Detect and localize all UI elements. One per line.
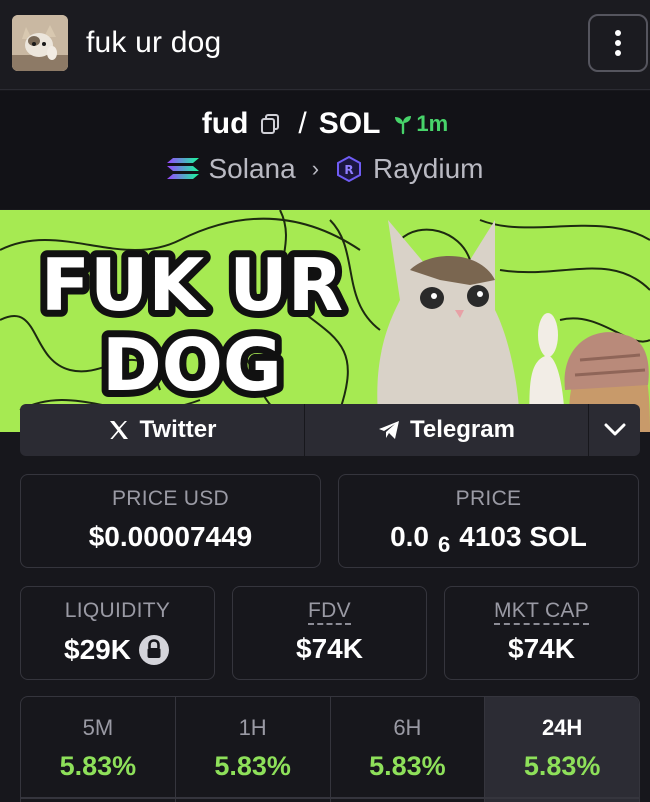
telegram-label: Telegram — [410, 416, 515, 443]
price-change-value: 5.83% — [59, 751, 137, 781]
more-menu-button[interactable] — [588, 14, 648, 72]
fdv-label-wrap: FDV — [233, 599, 426, 625]
tab-label: 1H — [238, 715, 267, 740]
price-native-label: PRICE — [455, 487, 522, 510]
mcap-label-wrap: MKT CAP — [445, 599, 638, 625]
lock-icon[interactable] — [137, 633, 171, 667]
token-avatar — [12, 15, 68, 71]
raydium-icon: R — [337, 155, 362, 183]
banner-text-line1: FUK UR — [41, 243, 343, 327]
price-native-card: PRICE 0.0 6 4103 SOL — [338, 474, 639, 568]
pair-age-value: 1m — [416, 111, 449, 136]
tab-label: 24H — [541, 715, 583, 740]
more-vertical-icon-dot — [615, 50, 621, 56]
cat-illustration — [377, 220, 565, 432]
price-change-value: 5.83% — [369, 751, 446, 781]
pair-line: fud / SOL 1m — [0, 107, 650, 141]
chevron-down-icon — [604, 423, 625, 436]
price-usd-label: PRICE USD — [111, 487, 230, 510]
banner-text-line2: DOG — [102, 323, 282, 407]
tab-6h[interactable]: 6H 5.83% — [331, 697, 486, 802]
seedling-icon — [395, 116, 412, 135]
price-usd-card: PRICE USD $0.00007449 — [20, 474, 321, 568]
mcap-label[interactable]: MKT CAP — [493, 599, 590, 625]
mcap-value: $74K — [508, 633, 575, 664]
telegram-button[interactable]: Telegram — [305, 404, 589, 456]
timeframe-tabs: 5M 5.83% 1H 5.83% 6H 5.83% 24H 5.83% — [20, 696, 640, 802]
chevron-right-icon: › — [311, 156, 320, 181]
tab-label: 6H — [393, 715, 422, 740]
tab-label: 5M — [82, 715, 114, 740]
price-change-value: 5.83% — [214, 751, 291, 781]
fdv-value: $74K — [296, 633, 363, 664]
more-socials-button[interactable] — [589, 404, 640, 456]
liquidity-card: LIQUIDITY $29K — [20, 586, 215, 680]
mcap-card: MKT CAP $74K — [444, 586, 639, 680]
liquidity-row: $29K — [21, 633, 214, 667]
chain-breadcrumb: Solana › R Raydium — [0, 153, 650, 185]
pair-info: fud / SOL 1m Solana › R Raydium — [0, 91, 650, 209]
price-native-value: 0.0 6 4103 SOL — [339, 521, 638, 557]
price-native-suffix: 4103 SOL — [459, 521, 587, 552]
twitter-label: Twitter — [139, 416, 217, 443]
divider — [20, 797, 640, 799]
price-native-prefix: 0.0 — [390, 521, 430, 552]
tab-5m[interactable]: 5M 5.83% — [21, 697, 176, 802]
price-change-value: 5.83% — [523, 751, 601, 781]
more-vertical-icon — [615, 30, 621, 36]
price-native-zero-count: 6 — [438, 532, 451, 557]
price-usd-value: $0.00007449 — [88, 521, 253, 552]
tab-24h[interactable]: 24H 5.83% — [485, 697, 639, 802]
more-vertical-icon-dot — [615, 40, 621, 46]
telegram-icon — [379, 421, 400, 439]
copy-icon[interactable] — [258, 112, 282, 136]
twitter-button[interactable]: Twitter — [20, 404, 305, 456]
social-links: Twitter Telegram — [20, 404, 640, 456]
token-banner: FUK UR DOG — [0, 210, 650, 432]
quote-symbol: SOL — [318, 107, 381, 140]
liquidity-label: LIQUIDITY — [64, 599, 171, 622]
chain-link[interactable]: Solana — [209, 153, 296, 185]
top-header: fuk ur dog — [0, 0, 650, 90]
fdv-card: FDV $74K — [232, 586, 427, 680]
x-icon — [109, 421, 128, 439]
svg-text:R: R — [344, 163, 353, 177]
token-title: fuk ur dog — [86, 26, 222, 59]
tab-1h[interactable]: 1H 5.83% — [176, 697, 331, 802]
pair-age: 1m — [392, 111, 448, 137]
fdv-label[interactable]: FDV — [308, 599, 351, 625]
solana-icon — [166, 158, 199, 179]
dex-link[interactable]: Raydium — [373, 153, 483, 185]
base-symbol: fud — [201, 107, 249, 140]
pair-separator: / — [298, 107, 307, 140]
liquidity-value: $29K — [64, 634, 131, 665]
